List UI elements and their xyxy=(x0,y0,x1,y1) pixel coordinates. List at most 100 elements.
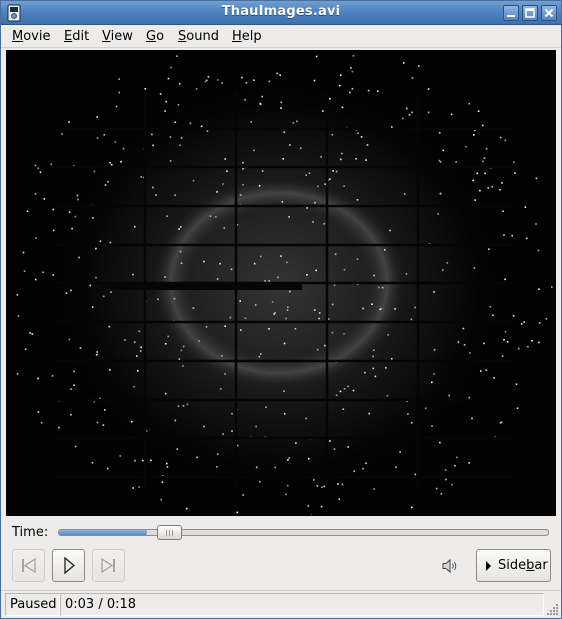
diffraction-spot xyxy=(274,466,276,469)
close-button[interactable] xyxy=(541,5,557,21)
resize-grip-icon[interactable] xyxy=(547,603,559,615)
diffraction-spot xyxy=(411,77,414,79)
diffraction-spot xyxy=(418,65,420,67)
diffraction-spot xyxy=(535,223,537,225)
diffraction-spot xyxy=(501,355,504,357)
diffraction-spot xyxy=(286,484,289,487)
previous-chapter-button[interactable] xyxy=(12,549,45,582)
seek-slider-handle[interactable] xyxy=(157,525,182,540)
diffraction-spot xyxy=(437,213,439,215)
diffraction-spot xyxy=(132,273,134,276)
diffraction-spot xyxy=(535,177,538,180)
diffraction-spot xyxy=(250,121,252,123)
diffraction-spot xyxy=(504,278,506,281)
menu-go[interactable]: Go xyxy=(146,29,164,44)
diffraction-spot xyxy=(34,193,37,195)
diffraction-spot xyxy=(118,78,120,80)
next-chapter-button[interactable] xyxy=(92,549,125,582)
diffraction-spot xyxy=(166,462,168,465)
minimize-button[interactable] xyxy=(503,5,519,21)
menu-view[interactable]: View xyxy=(102,29,133,44)
diffraction-spot xyxy=(244,317,247,320)
diffraction-spot xyxy=(372,367,375,370)
diffraction-spot xyxy=(68,121,70,123)
diffraction-spot xyxy=(343,333,345,335)
menu-sound[interactable]: Sound xyxy=(178,29,219,44)
diffraction-spot xyxy=(545,318,548,320)
diffraction-spot xyxy=(406,107,408,110)
menu-view-mnemonic: V xyxy=(102,29,111,44)
diffraction-spot xyxy=(78,256,80,259)
menu-edit[interactable]: Edit xyxy=(64,29,89,44)
diffraction-spot xyxy=(261,170,264,172)
menu-help[interactable]: Help xyxy=(232,29,262,44)
diffraction-spot xyxy=(180,262,183,264)
diffraction-spot xyxy=(474,199,476,201)
diffraction-spot xyxy=(313,479,315,481)
video-display[interactable] xyxy=(6,50,556,516)
diffraction-spot xyxy=(308,172,311,174)
diffraction-spot xyxy=(338,498,340,500)
diffraction-spot xyxy=(182,345,185,348)
diffraction-spot xyxy=(102,424,105,426)
diffraction-spot xyxy=(196,456,198,459)
diffraction-spot xyxy=(219,388,222,390)
playback-state: Paused xyxy=(10,597,57,612)
diffraction-spot xyxy=(374,375,377,378)
seek-slider-track[interactable] xyxy=(58,529,549,536)
diffraction-spot xyxy=(166,215,168,217)
diffraction-spot xyxy=(313,309,316,311)
diffraction-spot xyxy=(258,356,261,358)
diffraction-spot xyxy=(513,161,515,163)
seek-slider-fill xyxy=(59,530,147,535)
diffraction-spot xyxy=(446,262,449,264)
diffraction-spot xyxy=(76,194,79,197)
diffraction-spot xyxy=(264,280,266,282)
menu-movie[interactable]: Movie xyxy=(12,29,50,44)
diffraction-spot xyxy=(277,276,279,279)
diffraction-spot xyxy=(223,227,226,229)
play-button[interactable] xyxy=(52,549,85,582)
sidebar-button-label: Sidebar xyxy=(498,558,548,573)
diffraction-spot xyxy=(91,461,94,464)
diffraction-spot xyxy=(68,211,71,213)
diffraction-spot xyxy=(431,425,433,427)
diffraction-spot xyxy=(504,330,507,333)
status-time-cell: 0:03 / 0:18 xyxy=(60,593,544,616)
diffraction-spot xyxy=(334,253,337,256)
diffraction-spot xyxy=(177,405,180,407)
diffraction-spot xyxy=(96,137,99,139)
maximize-button[interactable] xyxy=(522,5,538,21)
diffraction-spot xyxy=(151,133,153,136)
diffraction-spot xyxy=(454,465,456,467)
diffraction-spot xyxy=(366,144,369,146)
diffraction-spot xyxy=(323,222,326,225)
speaker-volume-icon[interactable] xyxy=(440,557,460,575)
diffraction-spot xyxy=(216,278,219,280)
diffraction-spot xyxy=(164,343,167,345)
diffraction-spot xyxy=(332,170,334,172)
diffraction-spot xyxy=(99,240,102,242)
diffraction-spot xyxy=(224,158,226,160)
diffraction-spot xyxy=(224,373,226,375)
diffraction-spot xyxy=(31,333,34,335)
diffraction-spot xyxy=(391,358,393,360)
diffraction-spot xyxy=(95,247,97,250)
totem-window: ThauImages.avi Movie Edit View Go Sound … xyxy=(0,0,562,619)
diffraction-spot xyxy=(353,470,355,473)
diffraction-spot xyxy=(316,348,319,351)
skip-previous-icon xyxy=(22,557,36,574)
diffraction-spot xyxy=(499,422,502,424)
diffraction-spot xyxy=(177,104,180,106)
diffraction-spot xyxy=(537,249,540,252)
title-bar[interactable]: ThauImages.avi xyxy=(1,1,561,25)
diffraction-spot xyxy=(226,170,228,172)
diffraction-spot xyxy=(216,191,218,193)
diffraction-spot xyxy=(314,201,316,204)
diffraction-spot xyxy=(318,317,320,320)
diffraction-spot xyxy=(312,221,314,223)
diffraction-spot xyxy=(103,134,105,136)
diffraction-spot xyxy=(365,159,367,161)
sidebar-toggle-button[interactable]: Sidebar xyxy=(476,549,551,582)
diffraction-spot xyxy=(136,355,138,357)
